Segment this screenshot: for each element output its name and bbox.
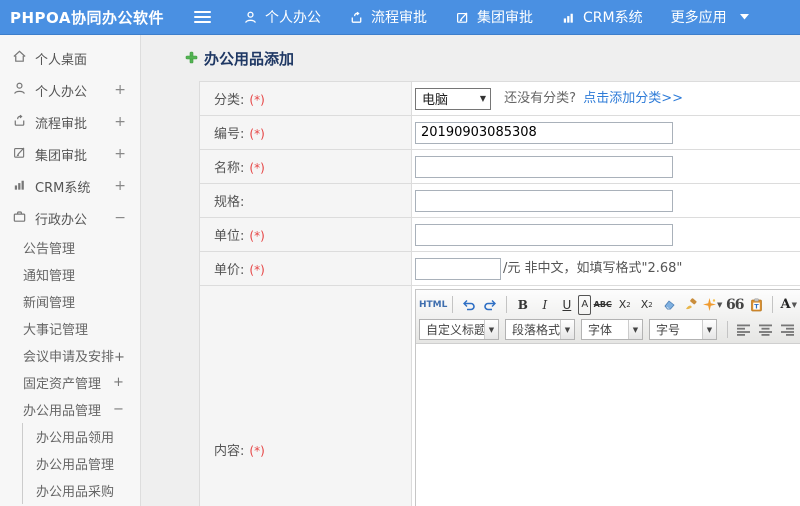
briefcase-icon <box>12 209 27 228</box>
workflow-icon <box>12 113 27 132</box>
nav-more-apps[interactable]: 更多应用 <box>671 7 749 27</box>
sidebar-subitem-news[interactable]: 新闻管理 <box>0 288 140 315</box>
price-format-hint: /元 非中文，如填写格式"2.68" <box>503 261 683 277</box>
main-content: 办公用品添加 分类: (*) 电脑 ▼ 还没有分类? 点击添加分类>> 编号: … <box>141 35 800 506</box>
select-caret-icon: ▼ <box>479 94 486 104</box>
nav-workflow-approval[interactable]: 流程审批 <box>349 7 427 27</box>
code-input[interactable] <box>415 121 673 144</box>
price-label-cell: 单价: (*) <box>199 251 412 286</box>
plus-icon <box>185 50 198 68</box>
sidebar-item-personal-office[interactable]: 个人办公 + <box>0 74 140 106</box>
sidebar-subitem-office-supplies[interactable]: 办公用品管理 − <box>0 396 140 423</box>
strikethrough-button[interactable]: ABC <box>592 295 613 315</box>
app-window: PHPOA协同办公软件 个人办公 流程审批 集团审批 CRM系统 更多应用 个人… <box>0 0 800 506</box>
sidebar-subsubitem-supplies-manage[interactable]: 办公用品管理 <box>23 450 140 477</box>
sidebar-item-desktop[interactable]: 个人桌面 <box>0 42 140 74</box>
user-icon <box>243 10 258 25</box>
svg-text:T: T <box>755 302 760 310</box>
caret-down-icon <box>739 14 749 20</box>
form-row-spec: 规格: <box>199 183 800 218</box>
top-header: PHPOA协同办公软件 个人办公 流程审批 集团审批 CRM系统 更多应用 <box>0 0 800 35</box>
spec-label-cell: 规格: <box>199 183 412 218</box>
form-row-code: 编号: (*) <box>199 115 800 150</box>
font-color-button[interactable]: A ▼ <box>778 295 799 315</box>
sidebar-item-group-approval[interactable]: 集团审批 + <box>0 138 140 170</box>
form-row-name: 名称: (*) <box>199 149 800 184</box>
font-size-select[interactable]: 字号 ▼ <box>649 319 717 340</box>
auto-typeset-icon[interactable]: ▼ <box>702 295 723 315</box>
name-input[interactable] <box>415 155 673 178</box>
custom-title-select[interactable]: 自定义标题 ▼ <box>419 319 499 340</box>
workflow-icon <box>349 10 364 25</box>
bold-button[interactable]: B <box>512 295 533 315</box>
subscript-button[interactable]: X2 <box>636 295 657 315</box>
undo-icon[interactable] <box>458 295 479 315</box>
sidebar-subsubitem-supplies-claim[interactable]: 办公用品领用 <box>23 423 140 450</box>
rich-text-editor: HTML B I U A ABC X 2 X 2 ▼ 66 T A ▼ 自定义标… <box>415 289 800 506</box>
nav-personal-office[interactable]: 个人办公 <box>243 7 321 27</box>
name-label-cell: 名称: (*) <box>199 149 412 184</box>
unit-label-cell: 单位: (*) <box>199 217 412 252</box>
app-logo: PHPOA协同办公软件 <box>10 8 164 27</box>
bar-chart-icon <box>561 10 576 25</box>
add-category-link[interactable]: 点击添加分类>> <box>583 91 683 106</box>
sidebar-item-crm[interactable]: CRM系统 + <box>0 170 140 202</box>
page-title: 办公用品添加 <box>185 48 800 69</box>
align-left-icon[interactable] <box>733 320 754 340</box>
sidebar-subitem-notice[interactable]: 通知管理 <box>0 261 140 288</box>
superscript-button[interactable]: X2 <box>614 295 635 315</box>
underline-button[interactable]: U <box>556 295 577 315</box>
category-hint: 还没有分类? <box>504 91 577 107</box>
sidebar-subitem-memorabilia[interactable]: 大事记管理 <box>0 315 140 342</box>
form-row-category: 分类: (*) 电脑 ▼ 还没有分类? 点击添加分类>> <box>199 81 800 116</box>
category-select[interactable]: 电脑 ▼ <box>415 87 491 110</box>
sidebar-subsubmenu: 办公用品领用 办公用品管理 办公用品采购 <box>22 423 140 504</box>
source-code-button[interactable]: HTML <box>419 295 447 315</box>
paragraph-format-select[interactable]: 段落格式 ▼ <box>505 319 575 340</box>
format-brush-icon[interactable] <box>680 295 701 315</box>
top-nav: 个人办公 流程审批 集团审批 CRM系统 更多应用 <box>243 7 749 27</box>
bar-chart-icon <box>12 177 27 196</box>
home-icon <box>12 49 27 68</box>
code-label-cell: 编号: (*) <box>199 115 412 150</box>
char-border-button[interactable]: A <box>578 294 592 315</box>
redo-icon[interactable] <box>480 295 501 315</box>
user-icon <box>12 81 27 100</box>
blockquote-button[interactable]: 66 <box>724 295 745 315</box>
content-label-cell: 内容: (*) <box>199 285 412 506</box>
form-row-unit: 单位: (*) <box>199 217 800 252</box>
nav-crm-system[interactable]: CRM系统 <box>561 7 643 27</box>
sidebar-subitem-meeting[interactable]: 会议申请及安排+ <box>0 342 140 369</box>
editor-content-area[interactable] <box>416 344 800 506</box>
edit-icon <box>455 10 470 25</box>
editor-toolbar: HTML B I U A ABC X 2 X 2 ▼ 66 T A ▼ 自定义标… <box>416 290 800 344</box>
supplies-add-form: 分类: (*) 电脑 ▼ 还没有分类? 点击添加分类>> 编号: (*) 201… <box>199 81 800 506</box>
align-right-icon[interactable] <box>777 320 798 340</box>
font-family-select[interactable]: 字体 ▼ <box>581 319 643 340</box>
edit-icon <box>12 145 27 164</box>
unit-input[interactable] <box>415 223 673 246</box>
nav-group-approval[interactable]: 集团审批 <box>455 7 533 27</box>
hamburger-menu-icon[interactable] <box>194 11 211 23</box>
sidebar-subitem-announcement[interactable]: 公告管理 <box>0 234 140 261</box>
paste-text-icon[interactable]: T <box>746 295 767 315</box>
sidebar-subsubitem-supplies-purchase[interactable]: 办公用品采购 <box>23 477 140 504</box>
sidebar-item-admin-office[interactable]: 行政办公 − <box>0 202 140 234</box>
form-row-content: 内容: (*) HTML B I U A ABC X 2 X 2 ▼ 66 T … <box>199 285 800 506</box>
italic-button[interactable]: I <box>534 295 555 315</box>
form-row-price: 单价: (*) /元 非中文，如填写格式"2.68" <box>199 251 800 286</box>
sidebar: 个人桌面 个人办公 + 流程审批 + 集团审批 + CRM系统 + 行政办公 −… <box>0 35 141 506</box>
price-input[interactable] <box>415 257 501 280</box>
sidebar-item-workflow[interactable]: 流程审批 + <box>0 106 140 138</box>
category-label-cell: 分类: (*) <box>199 81 412 116</box>
spec-input[interactable] <box>415 189 673 212</box>
align-center-icon[interactable] <box>755 320 776 340</box>
sidebar-subitem-fixed-assets[interactable]: 固定资产管理 + <box>0 369 140 396</box>
eraser-icon[interactable] <box>658 295 679 315</box>
